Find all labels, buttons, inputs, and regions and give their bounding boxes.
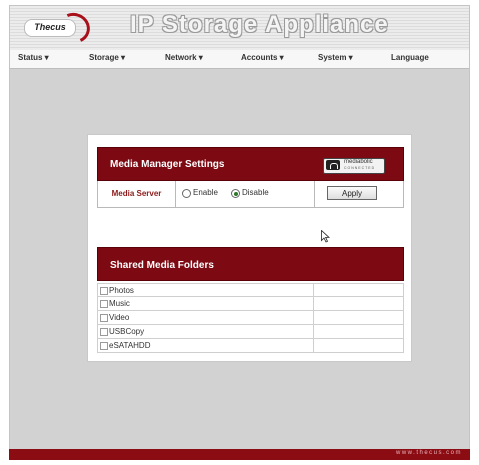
menu-accounts[interactable]: Accounts ▾ <box>241 53 284 62</box>
header-banner: Thecus IP Storage Appliance <box>10 6 469 50</box>
enable-label[interactable]: Enable <box>193 188 218 197</box>
folder-row: USBCopy <box>97 325 404 339</box>
folder-divider <box>313 284 314 297</box>
footer-url[interactable]: www.thecus.com <box>396 450 462 456</box>
disable-label[interactable]: Disable <box>242 188 269 197</box>
mouse-cursor-icon <box>321 230 330 243</box>
menu-network[interactable]: Network ▾ <box>165 53 203 62</box>
footer-bar: www.thecus.com <box>9 449 470 460</box>
media-manager-panel: Media Manager Settings mediabolic CONNEC… <box>87 134 412 362</box>
menu-language[interactable]: Language <box>391 53 429 62</box>
media-manager-header: Media Manager Settings mediabolic CONNEC… <box>97 147 404 181</box>
menu-system[interactable]: System ▾ <box>318 53 353 62</box>
shared-media-folders-header: Shared Media Folders <box>97 247 404 281</box>
folder-checkbox[interactable] <box>100 314 108 322</box>
folder-divider <box>313 311 314 324</box>
apply-button[interactable]: Apply <box>327 186 377 200</box>
folder-name: USBCopy <box>109 327 145 336</box>
thecus-logo: Thecus <box>24 8 95 48</box>
enable-radio[interactable] <box>182 189 191 198</box>
media-server-row: Media Server Enable Disable Apply <box>97 181 404 208</box>
folder-name: Photos <box>109 286 134 295</box>
folder-name: eSATAHDD <box>109 341 151 350</box>
folder-divider <box>313 339 314 352</box>
folder-name: Music <box>109 299 130 308</box>
menu-bar: Status ▾ Storage ▾ Network ▾ Accounts ▾ … <box>10 50 469 69</box>
media-manager-title: Media Manager Settings <box>110 159 225 170</box>
folder-checkbox[interactable] <box>100 342 108 350</box>
folder-divider <box>313 325 314 338</box>
menu-status[interactable]: Status ▾ <box>18 53 49 62</box>
folder-checkbox[interactable] <box>100 287 108 295</box>
folder-row: eSATAHDD <box>97 339 404 353</box>
shared-media-folders-title: Shared Media Folders <box>110 260 214 271</box>
folder-row: Video <box>97 311 404 325</box>
mediabolic-mark-icon <box>326 160 340 170</box>
folder-row: Photos <box>97 283 404 297</box>
folder-checkbox[interactable] <box>100 300 108 308</box>
media-server-label: Media Server <box>98 181 176 207</box>
media-server-divider <box>314 181 315 207</box>
mediabolic-logo-subtext: CONNECTED <box>344 166 376 170</box>
shared-folders-list: Photos Music Video USBCopy eSATAHDD <box>97 283 404 353</box>
menu-storage[interactable]: Storage ▾ <box>89 53 125 62</box>
mediabolic-logo: mediabolic CONNECTED <box>323 158 385 174</box>
folder-divider <box>313 297 314 310</box>
folder-name: Video <box>109 313 130 322</box>
logo-text: Thecus <box>24 19 76 37</box>
mediabolic-logo-text: mediabolic <box>344 159 373 165</box>
app-title: IP Storage Appliance <box>130 11 389 38</box>
folder-row: Music <box>97 297 404 311</box>
app-frame: Thecus IP Storage Appliance Status ▾ Sto… <box>9 5 470 460</box>
disable-radio[interactable] <box>231 189 240 198</box>
folder-checkbox[interactable] <box>100 328 108 336</box>
